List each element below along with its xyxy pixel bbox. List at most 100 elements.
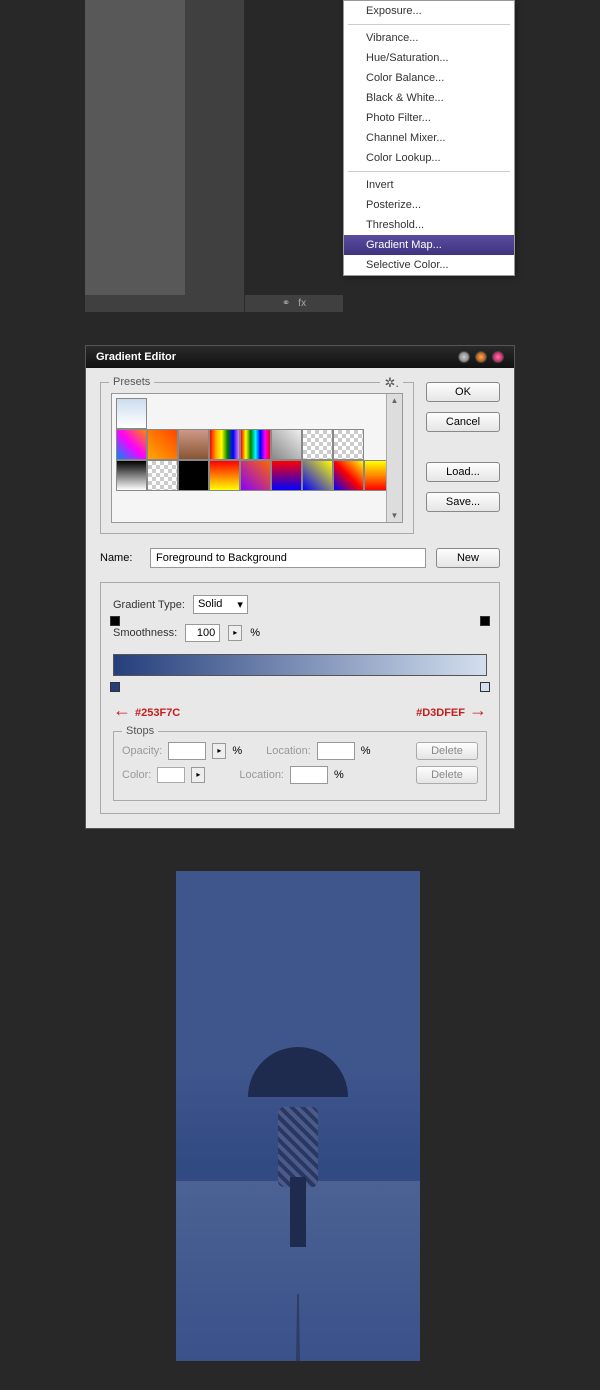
color-annotation: #253F7C #D3DFEF (113, 700, 487, 721)
color-stop-right[interactable] (480, 682, 490, 692)
gradient-type-label: Gradient Type: (113, 599, 185, 611)
name-label: Name: (100, 552, 140, 564)
stops-fieldset: Stops Opacity: ▸ % Location: % Delete Co… (113, 731, 487, 801)
body (278, 1107, 318, 1187)
dialog-titlebar: Gradient Editor (86, 346, 514, 368)
fx-icon: fx (298, 298, 306, 309)
presets-fieldset: Presets ✲. ▲ ▼ (100, 382, 414, 534)
umbrella (248, 1047, 348, 1097)
gradient-editor-dialog: Gradient Editor Presets ✲. ▲ ▼ (85, 345, 515, 829)
percent-label: % (334, 769, 344, 781)
color-label: Color: (122, 769, 151, 781)
menu-item[interactable]: Posterize... (344, 195, 514, 215)
menu-separator (348, 24, 510, 25)
chevron-down-icon: ▾ (237, 598, 243, 611)
left-color-annotation: #253F7C (113, 700, 180, 721)
smoothness-flyout[interactable]: ▸ (228, 625, 242, 641)
preset-swatch[interactable] (209, 460, 240, 491)
menu-item[interactable]: Channel Mixer... (344, 128, 514, 148)
ok-button[interactable]: OK (426, 382, 500, 402)
gradient-bar[interactable] (113, 654, 487, 676)
menu-item[interactable]: Black & White... (344, 88, 514, 108)
canvas-edge (85, 0, 185, 295)
percent-label: % (232, 745, 242, 757)
color-location-input[interactable] (290, 766, 328, 784)
delete-opacity-button[interactable]: Delete (416, 742, 478, 760)
save-button[interactable]: Save... (426, 492, 500, 512)
dialog-buttons: OK Cancel Load... Save... (426, 382, 500, 548)
adjustment-menu-area: ⚭ fx Exposure...Vibrance...Hue/Saturatio… (0, 0, 430, 312)
smoothness-input[interactable] (185, 624, 220, 642)
gradient-type-row: Gradient Type: Solid ▾ (113, 595, 487, 614)
preset-swatch[interactable] (302, 460, 333, 491)
color-preview-dots (458, 351, 504, 363)
person (268, 1077, 328, 1237)
new-button[interactable]: New (436, 548, 500, 568)
opacity-flyout[interactable]: ▸ (212, 743, 226, 759)
dot-icon (458, 351, 470, 363)
preset-swatch[interactable] (240, 460, 271, 491)
location-label: Location: (266, 745, 311, 757)
cancel-button[interactable]: Cancel (426, 412, 500, 432)
stops-label: Stops (122, 725, 158, 737)
name-input[interactable] (150, 548, 426, 568)
smoothness-label: Smoothness: (113, 627, 177, 639)
gear-icon[interactable]: ✲. (380, 375, 403, 391)
preset-swatch[interactable] (116, 460, 147, 491)
color-stop-left[interactable] (110, 682, 120, 692)
menu-item[interactable]: Color Lookup... (344, 148, 514, 168)
color-flyout[interactable]: ▸ (191, 767, 205, 783)
menu-item[interactable]: Invert (344, 175, 514, 195)
preset-swatch[interactable] (209, 429, 240, 460)
result-preview (176, 871, 420, 1361)
smoothness-row: Smoothness: ▸ % (113, 624, 487, 642)
preset-swatch[interactable] (147, 429, 178, 460)
opacity-stop-left[interactable] (110, 616, 120, 626)
opacity-input[interactable] (168, 742, 206, 760)
menu-item[interactable]: Selective Color... (344, 255, 514, 275)
menu-item[interactable]: Threshold... (344, 215, 514, 235)
menu-item[interactable]: Color Balance... (344, 68, 514, 88)
adjustment-menu: Exposure...Vibrance...Hue/Saturation...C… (343, 0, 515, 276)
dot-icon (492, 351, 504, 363)
color-swatch[interactable] (157, 767, 185, 783)
opacity-location-input[interactable] (317, 742, 355, 760)
preset-swatch[interactable] (178, 460, 209, 491)
opacity-stop-row: Opacity: ▸ % Location: % Delete (122, 742, 478, 760)
preset-swatch[interactable] (333, 429, 364, 460)
link-icon: ⚭ (282, 298, 290, 309)
menu-item[interactable]: Gradient Map... (344, 235, 514, 255)
preset-swatch[interactable] (333, 460, 364, 491)
preset-swatch[interactable] (271, 429, 302, 460)
opacity-stop-right[interactable] (480, 616, 490, 626)
menu-item[interactable]: Exposure... (344, 1, 514, 21)
status-bar: ⚭ fx (245, 295, 343, 312)
preset-swatch[interactable] (240, 429, 271, 460)
location-label: Location: (239, 769, 284, 781)
percent-label: % (361, 745, 371, 757)
dialog-title: Gradient Editor (96, 351, 176, 363)
color-stop-row: Color: ▸ Location: % Delete (122, 766, 478, 784)
menu-separator (348, 171, 510, 172)
dialog-body: Presets ✲. ▲ ▼ OK Cancel Load... Save... (86, 368, 514, 828)
legs (290, 1177, 306, 1247)
preset-swatch[interactable] (271, 460, 302, 491)
preset-swatch[interactable] (147, 460, 178, 491)
presets-label: Presets (109, 376, 154, 388)
load-button[interactable]: Load... (426, 462, 500, 482)
delete-color-button[interactable]: Delete (416, 766, 478, 784)
scroll-down-icon[interactable]: ▼ (389, 509, 401, 522)
menu-item[interactable]: Photo Filter... (344, 108, 514, 128)
scrollbar[interactable]: ▲ ▼ (386, 394, 402, 522)
scroll-up-icon[interactable]: ▲ (389, 394, 401, 407)
right-color-annotation: #D3DFEF (416, 700, 487, 721)
menu-item[interactable]: Hue/Saturation... (344, 48, 514, 68)
gradient-type-select[interactable]: Solid ▾ (193, 595, 248, 614)
preset-swatch[interactable] (116, 398, 147, 429)
presets-grid[interactable]: ▲ ▼ (111, 393, 403, 523)
preset-swatch[interactable] (178, 429, 209, 460)
dot-icon (475, 351, 487, 363)
menu-item[interactable]: Vibrance... (344, 28, 514, 48)
preset-swatch[interactable] (302, 429, 333, 460)
preset-swatch[interactable] (116, 429, 147, 460)
